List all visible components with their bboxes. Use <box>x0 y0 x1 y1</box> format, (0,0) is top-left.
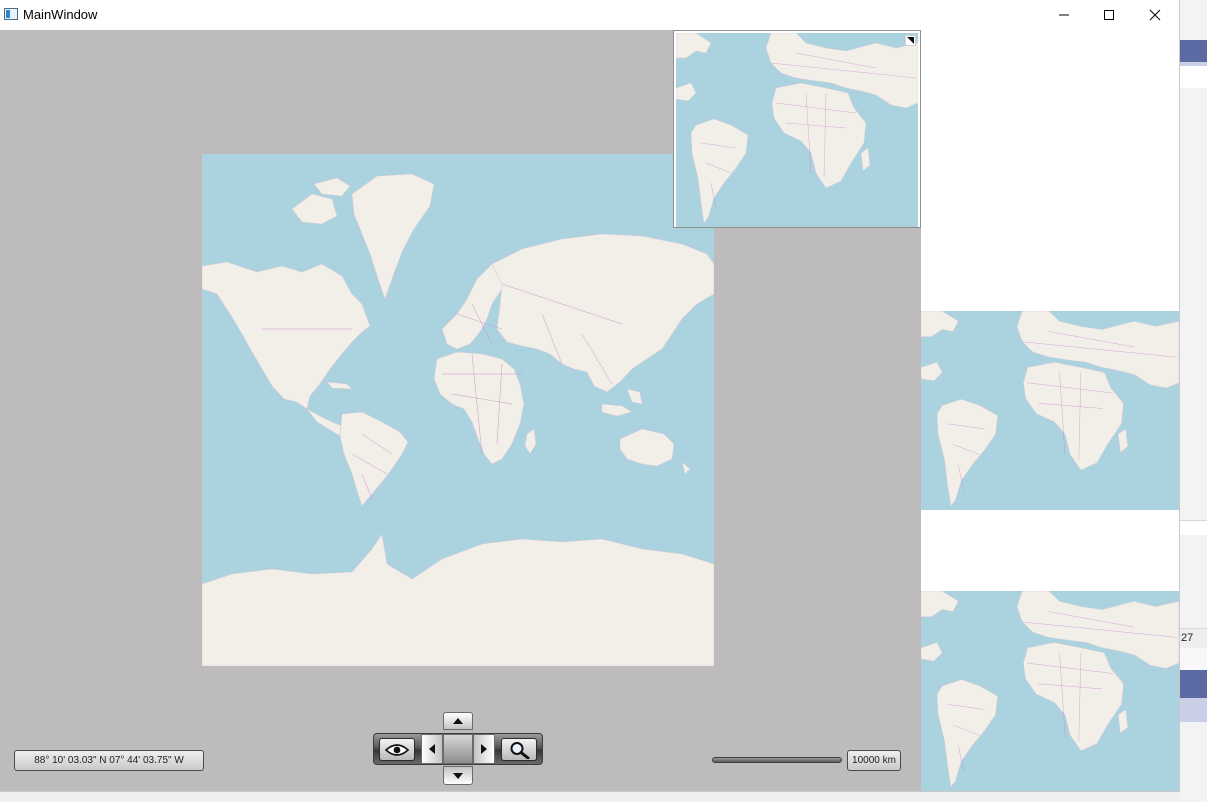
maximize-button[interactable] <box>1086 0 1132 30</box>
window-title: MainWindow <box>23 7 98 22</box>
minimize-icon <box>1059 14 1069 16</box>
pan-right-icon <box>481 744 487 754</box>
overview-map[interactable] <box>676 33 918 227</box>
pan-down-icon <box>453 772 463 779</box>
world-map[interactable] <box>202 154 714 666</box>
coordinate-readout: 88° 10' 03.03" N 07° 44' 03.75" W <box>14 750 204 771</box>
overview-map-frame[interactable] <box>673 30 921 228</box>
eye-icon <box>385 743 409 756</box>
magnifier-icon <box>510 741 530 759</box>
app-icon <box>4 8 18 20</box>
minimize-button[interactable] <box>1041 0 1087 30</box>
pan-left-button[interactable] <box>421 734 443 764</box>
pan-center-button[interactable] <box>443 734 473 764</box>
close-icon <box>1149 9 1161 21</box>
close-button[interactable] <box>1132 0 1178 30</box>
pan-up-button[interactable] <box>443 712 473 730</box>
collapse-overview-button[interactable] <box>905 35 916 46</box>
pan-up-icon <box>453 718 463 724</box>
view-mode-button[interactable] <box>379 738 415 761</box>
scale-label: 10000 km <box>847 750 901 771</box>
collapse-icon <box>907 37 914 44</box>
maximize-icon <box>1104 10 1114 20</box>
zoom-button[interactable] <box>501 738 537 761</box>
side-map-bottom[interactable] <box>921 591 1179 791</box>
title-bar[interactable]: MainWindow <box>0 0 1179 30</box>
background-app-strip: 27 <box>1179 0 1207 802</box>
side-map-top[interactable] <box>921 311 1179 510</box>
pan-right-button[interactable] <box>473 734 495 764</box>
pan-down-button[interactable] <box>443 766 473 785</box>
pan-left-icon <box>429 744 435 754</box>
background-app-text: 27 <box>1181 632 1194 644</box>
main-window: MainWindow 88° 10' 03.03" N 07° 44' 03.7… <box>0 0 1179 791</box>
scale-bar <box>712 757 842 763</box>
